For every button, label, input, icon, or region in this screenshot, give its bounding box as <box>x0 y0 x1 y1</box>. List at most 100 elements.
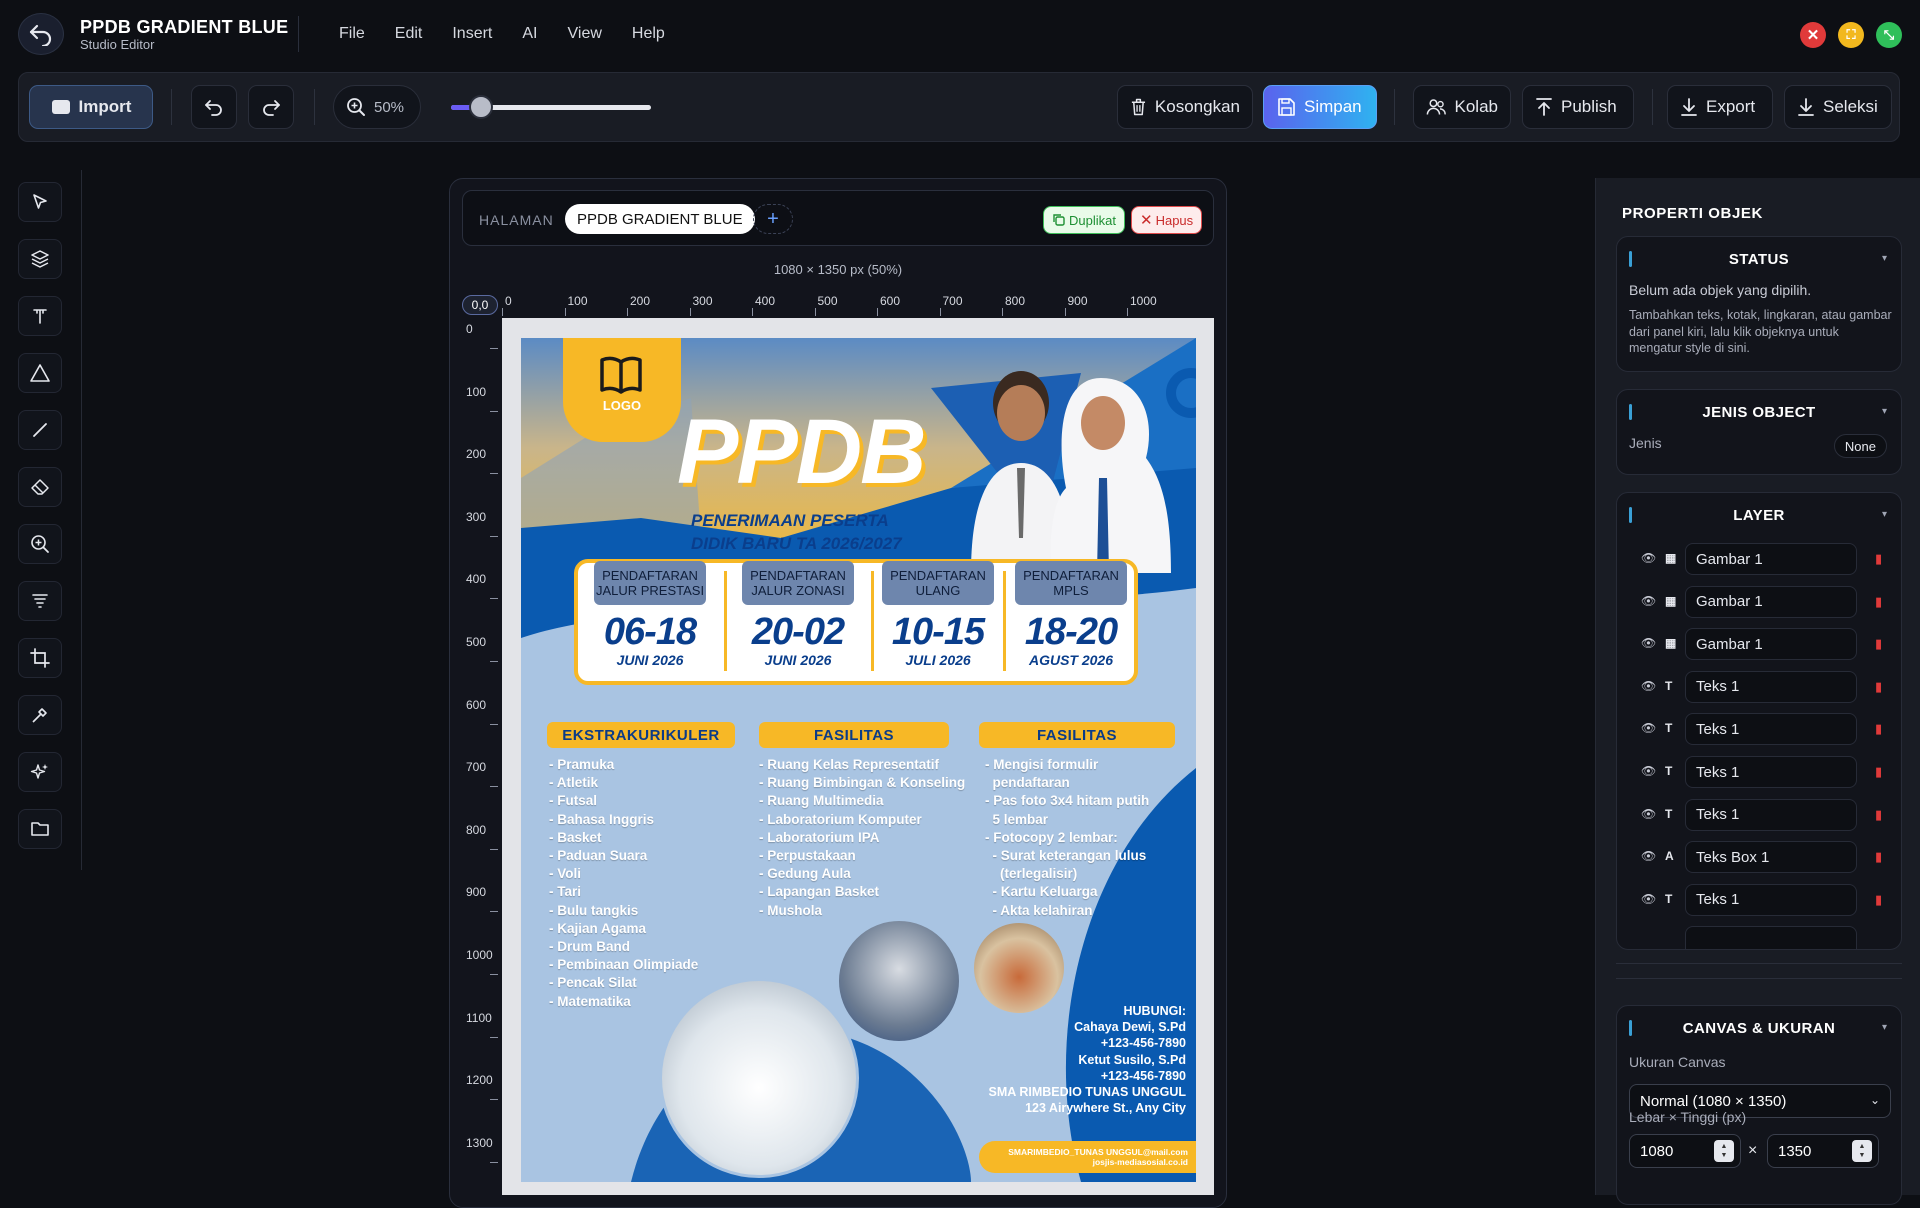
chevron-down-icon[interactable]: ▾ <box>1882 509 1887 520</box>
eye-icon[interactable]: 👁 <box>1641 721 1656 735</box>
layer-item[interactable]: 👁 A Teks Box 1 ▮ <box>1629 841 1895 874</box>
layer-item[interactable]: 👁 ▦ Gambar 1 ▮ <box>1629 543 1895 575</box>
layer-item[interactable]: 👁 T Teks 1 ▮ <box>1629 798 1895 831</box>
list-item: - Kajian Agama <box>549 920 647 936</box>
chevron-down-icon[interactable]: ▾ <box>1882 406 1887 417</box>
crop-tool[interactable] <box>18 638 62 678</box>
menu-ai[interactable]: AI <box>522 25 537 43</box>
layer-name-field[interactable]: Teks Box 1 <box>1685 841 1857 874</box>
shape-tool[interactable] <box>18 353 62 393</box>
save-button[interactable]: Simpan <box>1263 85 1377 129</box>
eye-icon[interactable]: 👁 <box>1641 594 1656 608</box>
zoom-slider[interactable] <box>451 95 651 119</box>
layer-name-field[interactable]: Gambar 1 <box>1685 585 1857 618</box>
eye-icon[interactable]: 👁 <box>1641 807 1656 821</box>
layer-item[interactable]: 👁 ▦ Gambar 1 ▮ <box>1629 628 1895 661</box>
layer-item[interactable]: 👁 T Teks 1 ▮ <box>1629 713 1895 746</box>
trash-icon[interactable]: ▮ <box>1875 679 1882 695</box>
layer-name-field[interactable]: Teks 1 <box>1685 713 1857 746</box>
undo-button[interactable] <box>191 85 237 129</box>
layer-item[interactable]: 👁 T Teks 1 ▮ <box>1629 756 1895 788</box>
eraser-tool[interactable] <box>18 467 62 507</box>
layer-item[interactable]: 👁 ▦ Gambar 1 ▮ <box>1629 585 1895 618</box>
zoom-slider-thumb[interactable] <box>469 95 493 119</box>
stepper-icon[interactable]: ▲ ▼ <box>1714 1140 1734 1162</box>
menu-insert[interactable]: Insert <box>452 25 492 43</box>
eyedropper-tool[interactable] <box>18 695 62 735</box>
chevron-down-icon[interactable]: ▾ <box>1882 253 1887 264</box>
divider <box>724 571 727 671</box>
layer-name-field[interactable]: Teks 1 <box>1685 798 1857 831</box>
eye-icon[interactable]: 👁 <box>1641 551 1656 565</box>
layers-tool[interactable] <box>18 239 62 279</box>
trash-icon[interactable]: ▮ <box>1875 849 1882 865</box>
duplicate-page-button[interactable]: Duplikat <box>1043 206 1125 234</box>
layer-name-field[interactable]: Gambar 1 <box>1685 543 1857 575</box>
selection-button[interactable]: Seleksi <box>1784 85 1892 129</box>
width-input[interactable]: 1080 ▲ ▼ <box>1629 1134 1741 1168</box>
page-tab-current[interactable]: PPDB GRADIENT BLUE <box>565 204 755 234</box>
layer-item[interactable] <box>1629 926 1895 949</box>
trash-icon[interactable]: ▮ <box>1875 636 1882 652</box>
layer-name-field[interactable] <box>1685 926 1857 949</box>
collab-button[interactable]: Kolab <box>1413 85 1511 129</box>
back-button[interactable] <box>18 13 64 55</box>
ruler-tick <box>877 308 878 316</box>
line-tool[interactable] <box>18 410 62 450</box>
list-item: - Pencak Silat <box>549 975 637 991</box>
date-month: JUNI 2026 <box>616 652 684 668</box>
menu-help[interactable]: Help <box>632 25 665 43</box>
ai-magic-tool[interactable] <box>18 752 62 792</box>
height-input[interactable]: 1350 ▲ ▼ <box>1767 1134 1879 1168</box>
trash-icon[interactable]: ▮ <box>1875 721 1882 737</box>
text-tool[interactable] <box>18 296 62 336</box>
zoom-indicator[interactable]: 50% <box>333 85 421 129</box>
trash-icon[interactable]: ▮ <box>1875 551 1882 567</box>
ruler-tick <box>490 723 498 725</box>
folder-tool[interactable] <box>18 809 62 849</box>
stepper-icon[interactable]: ▲ ▼ <box>1852 1140 1872 1162</box>
layer-name-field[interactable]: Teks 1 <box>1685 756 1857 788</box>
trash-icon[interactable]: ▮ <box>1875 807 1882 823</box>
ruler-tick <box>1064 308 1066 316</box>
select-tool[interactable] <box>18 182 62 222</box>
layer-item[interactable]: 👁 T Teks 1 ▮ <box>1629 670 1895 703</box>
eye-icon[interactable]: 👁 <box>1641 892 1656 906</box>
list-item: - Atletik <box>549 775 599 791</box>
align-tool[interactable] <box>18 581 62 621</box>
trash-icon[interactable]: ▮ <box>1875 594 1882 610</box>
layer-name-field[interactable]: Teks 1 <box>1685 883 1857 916</box>
menu-view[interactable]: View <box>568 25 602 43</box>
eye-icon[interactable]: 👁 <box>1641 849 1656 863</box>
publish-button[interactable]: Publish <box>1522 85 1634 129</box>
contact-line: +123-456-7890 <box>1100 1068 1186 1083</box>
zoom-icon <box>347 98 365 116</box>
layer-name-field[interactable]: Teks 1 <box>1685 670 1857 703</box>
poster-artwork[interactable]: LOGO PPDB PENERIMAAN PESERTA DIDIK BARU … <box>521 338 1196 1182</box>
menu-file[interactable]: File <box>339 25 365 43</box>
add-page-button[interactable]: + <box>753 204 793 234</box>
text-icon: T <box>1665 764 1673 778</box>
layer-item[interactable]: 👁 T Teks 1 ▮ <box>1629 883 1895 916</box>
delete-page-button[interactable]: ✕ Hapus <box>1131 206 1203 234</box>
redo-button[interactable] <box>248 85 294 129</box>
clear-button[interactable]: Kosongkan <box>1117 85 1253 129</box>
close-window-button[interactable]: ✕ <box>1800 22 1826 48</box>
folder-icon <box>31 822 49 836</box>
ruler-tick <box>490 1036 498 1038</box>
fullscreen-button[interactable]: ⛶ <box>1838 22 1864 48</box>
chevron-down-icon[interactable]: ▾ <box>1882 1022 1887 1033</box>
layer-name-field[interactable]: Gambar 1 <box>1685 628 1857 661</box>
eye-icon[interactable]: 👁 <box>1641 679 1656 693</box>
list-item: - Akta kelahiran <box>985 902 1093 918</box>
import-button[interactable]: Import <box>29 85 153 129</box>
eye-icon[interactable]: 👁 <box>1641 764 1656 778</box>
zoom-tool[interactable] <box>18 524 62 564</box>
export-button[interactable]: Export <box>1667 85 1773 129</box>
menu-edit[interactable]: Edit <box>395 25 423 43</box>
collapse-icon: ⤡ <box>1883 27 1895 42</box>
eye-icon[interactable]: 👁 <box>1641 636 1656 650</box>
trash-icon[interactable]: ▮ <box>1875 764 1882 780</box>
collapse-button[interactable]: ⤡ <box>1876 22 1902 48</box>
trash-icon[interactable]: ▮ <box>1875 892 1882 908</box>
